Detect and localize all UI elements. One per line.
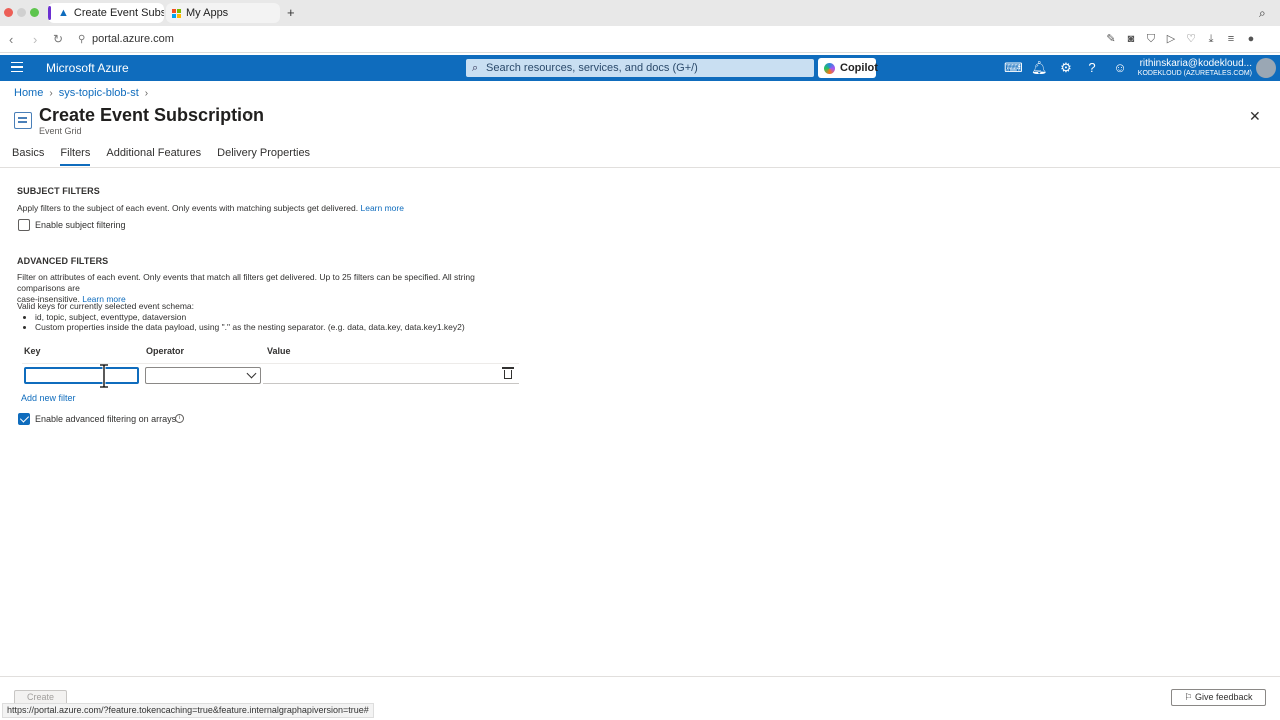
account-info[interactable]: rithinskaria@kodekloud... KODEKLOUD (AZU… (1138, 58, 1252, 79)
list-item: Custom properties inside the data payloa… (35, 322, 465, 332)
copilot-button[interactable]: Copilot (818, 58, 878, 78)
event-subscription-icon (14, 112, 32, 129)
browser-tab-bar: ▲ Create Event Subscriptio My Apps + ⌕ (0, 0, 1280, 26)
subject-learn-more-link[interactable]: Learn more (361, 203, 404, 213)
notifications-icon[interactable]: 🔔︎ (1031, 60, 1048, 76)
chevron-right-icon: › (144, 87, 149, 99)
shield-icon[interactable]: ⛉ (1145, 33, 1157, 45)
azure-header: Microsoft Azure ⌕ Search resources, serv… (0, 55, 1280, 81)
cloud-shell-icon[interactable]: ⌨ (1004, 60, 1023, 76)
copilot-label: Copilot (840, 62, 878, 74)
site-info-icon[interactable]: ⚲ (78, 33, 85, 46)
subject-filters-description: Apply filters to the subject of each eve… (17, 203, 404, 214)
give-feedback-label: Give feedback (1195, 692, 1253, 702)
subject-filters-text: Apply filters to the subject of each eve… (17, 203, 359, 213)
link-status-bar: https://portal.azure.com/?feature.tokenc… (2, 703, 374, 718)
info-icon[interactable]: i (175, 414, 184, 423)
subject-filters-heading: SUBJECT FILTERS (17, 186, 100, 196)
give-feedback-button[interactable]: ⚐ Give feedback (1171, 689, 1266, 706)
download-icon[interactable]: ⤓ (1205, 33, 1217, 45)
forward-icon[interactable]: › (33, 33, 37, 46)
advanced-filters-line1: Filter on attributes of each event. Only… (17, 272, 475, 293)
help-icon[interactable]: ? (1084, 60, 1100, 76)
browser-tab-active[interactable]: ▲ Create Event Subscriptio (48, 3, 164, 23)
play-icon[interactable]: ▷ (1165, 33, 1177, 45)
close-window-button[interactable] (4, 8, 13, 17)
enable-subject-filtering-label: Enable subject filtering (35, 220, 126, 230)
settings-gear-icon[interactable]: ⚙ (1058, 60, 1074, 76)
page-title: Create Event Subscription (39, 105, 265, 125)
tab-label: Create Event Subscriptio (73, 7, 164, 19)
page-subtitle: Event Grid (39, 126, 82, 136)
address-bar: ‹ › ↻ ⚲ portal.azure.com ✎ ◙ ⛉ ▷ ♡ ⤓ ≡ ● (0, 26, 1280, 74)
menu-lines-icon[interactable]: ≡ (1225, 33, 1237, 45)
feedback-person-icon: ⚐ (1184, 692, 1193, 702)
tab-filters[interactable]: Filters (60, 147, 91, 166)
azure-favicon-icon: ▲ (58, 7, 69, 19)
profile-icon[interactable]: ● (1245, 33, 1257, 45)
global-search-input[interactable]: ⌕ Search resources, services, and docs (… (466, 59, 814, 77)
blade-tabs: Basics Filters Additional Features Deliv… (12, 147, 326, 166)
account-name: rithinskaria@kodekloud... (1139, 58, 1252, 69)
filter-key-input[interactable] (24, 367, 139, 384)
valid-keys-intro: Valid keys for currently selected event … (17, 301, 195, 311)
add-new-filter-link[interactable]: Add new filter (21, 393, 76, 403)
back-icon[interactable]: ‹ (9, 33, 13, 46)
tab-label: My Apps (186, 7, 229, 19)
heart-icon[interactable]: ♡ (1185, 33, 1197, 45)
tabs-divider (0, 167, 1280, 168)
azure-brand[interactable]: Microsoft Azure (46, 61, 129, 75)
enable-array-filtering-label: Enable advanced filtering on arrays (35, 414, 177, 424)
tab-delivery-properties[interactable]: Delivery Properties (217, 147, 310, 166)
camera-icon[interactable]: ◙ (1125, 33, 1137, 45)
chevron-down-icon (246, 368, 257, 379)
browser-tab-my-apps[interactable]: My Apps (166, 3, 280, 23)
tab-additional-features[interactable]: Additional Features (106, 147, 201, 166)
breadcrumb-topic[interactable]: sys-topic-blob-st (59, 87, 139, 99)
new-tab-icon[interactable]: + (287, 5, 295, 20)
text-cursor-icon (100, 364, 108, 388)
filter-row-divider (22, 363, 519, 364)
column-header-operator: Operator (146, 346, 185, 356)
valid-keys-list: id, topic, subject, eventtype, dataversi… (35, 312, 465, 332)
breadcrumb-home[interactable]: Home (14, 87, 43, 99)
enable-array-filtering-checkbox[interactable] (18, 413, 30, 425)
avatar[interactable] (1256, 58, 1276, 78)
column-header-value: Value (267, 346, 291, 356)
maximize-window-button[interactable] (30, 8, 39, 17)
filter-value-input[interactable] (263, 383, 519, 384)
tab-group-accent (48, 6, 51, 20)
advanced-filters-heading: ADVANCED FILTERS (17, 256, 109, 266)
more-options-button[interactable]: ··· (243, 108, 254, 120)
column-header-key: Key (24, 346, 41, 356)
microsoft-favicon-icon (172, 8, 181, 18)
tab-search-icon[interactable]: ⌕ (1259, 6, 1266, 21)
chevron-right-icon: › (49, 87, 53, 99)
filter-operator-select[interactable] (145, 367, 261, 384)
footer-divider (0, 676, 1280, 677)
portal-menu-icon[interactable] (11, 62, 23, 72)
close-icon[interactable]: ✕ (1249, 108, 1261, 125)
url-field[interactable]: portal.azure.com (92, 33, 174, 45)
account-org: KODEKLOUD (AZURETALES.COM) (1137, 70, 1252, 77)
copilot-icon (824, 63, 835, 74)
enable-subject-filtering-checkbox[interactable] (18, 219, 30, 231)
delete-filter-icon[interactable] (502, 367, 514, 379)
feedback-icon[interactable]: ☺ (1112, 60, 1128, 76)
list-item: id, topic, subject, eventtype, dataversi… (35, 312, 465, 322)
edit-icon[interactable]: ✎ (1105, 33, 1117, 45)
minimize-window-button[interactable] (17, 8, 26, 17)
search-placeholder: Search resources, services, and docs (G+… (486, 62, 698, 74)
tab-basics[interactable]: Basics (12, 147, 44, 166)
search-icon: ⌕ (472, 62, 479, 74)
reload-icon[interactable]: ↻ (53, 33, 63, 46)
breadcrumb: Home › sys-topic-blob-st › (14, 87, 148, 99)
